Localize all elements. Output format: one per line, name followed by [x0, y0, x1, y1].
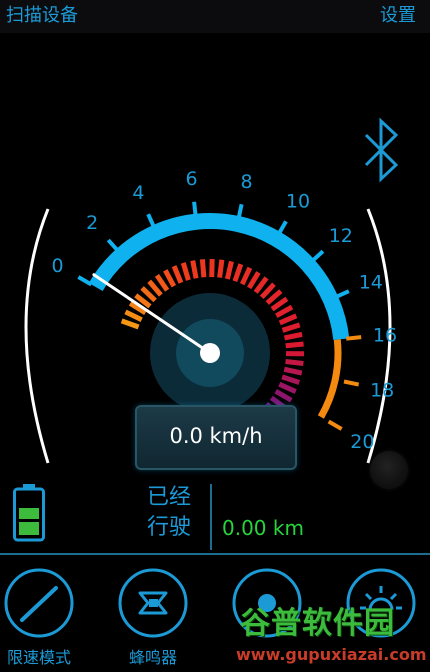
color-segment	[285, 358, 304, 366]
color-segment	[281, 322, 301, 333]
speed-arc-orange	[317, 339, 342, 419]
speed-readout: 0.0 km/h	[135, 405, 297, 470]
bluetooth-icon[interactable]	[364, 117, 399, 183]
color-segment	[140, 286, 157, 303]
tick-label: 20	[350, 431, 374, 453]
horn-label: 蜂鸣器	[128, 648, 177, 667]
color-segment	[154, 273, 170, 292]
color-segment	[120, 318, 140, 330]
tick-label: 2	[86, 212, 98, 234]
divider-horizontal	[0, 553, 430, 555]
tick-label: 12	[329, 225, 353, 247]
tick-label: 10	[286, 191, 310, 213]
color-segment	[247, 271, 261, 290]
color-segment	[163, 269, 177, 288]
color-segment	[278, 313, 298, 326]
speed-limit-label: 限速模式	[6, 648, 71, 667]
color-segment	[253, 276, 269, 294]
color-segment	[124, 309, 143, 322]
major-tick	[327, 419, 343, 431]
left-bracket	[24, 208, 50, 464]
tick-label: 16	[373, 325, 397, 347]
traveled-label-line1: 已经	[147, 485, 192, 510]
tick-label: 6	[186, 168, 198, 190]
color-segment	[283, 331, 303, 341]
color-segment	[147, 279, 163, 297]
horn-button[interactable]: 蜂鸣器	[108, 560, 198, 672]
top-bar: 扫描设备 设置	[0, 0, 430, 33]
color-segment	[224, 260, 234, 280]
horn-icon	[118, 568, 188, 638]
watermark-url: www.gupuxiazai.com	[236, 645, 427, 664]
speed-limit-button[interactable]: 限速模式	[0, 560, 84, 672]
color-segment	[274, 389, 293, 403]
color-segment	[285, 341, 304, 349]
major-tick	[343, 379, 360, 387]
major-tick	[276, 220, 288, 236]
color-segment	[265, 289, 283, 305]
color-segment	[199, 259, 207, 278]
major-tick	[106, 238, 120, 253]
scan-devices-button[interactable]: 扫描设备	[6, 5, 78, 27]
color-segment	[180, 262, 191, 281]
knob-icon	[370, 451, 408, 489]
speed-limit-icon	[4, 568, 74, 638]
battery-icon	[13, 484, 45, 542]
color-segment	[283, 366, 303, 376]
major-tick	[192, 201, 198, 217]
color-segment	[270, 296, 289, 312]
major-tick	[310, 249, 325, 263]
color-segment	[217, 259, 225, 278]
color-segment	[190, 260, 199, 279]
color-segment	[239, 266, 253, 286]
tick-label: 0	[52, 255, 64, 277]
traveled-label-line2: 行驶	[147, 515, 192, 540]
tick-label: 4	[132, 182, 144, 204]
needle-pivot	[200, 343, 220, 363]
distance-value: 0.00 km	[222, 516, 304, 540]
major-tick	[346, 335, 362, 341]
settings-button[interactable]: 设置	[380, 5, 416, 27]
color-segment	[259, 282, 276, 300]
color-segment	[278, 381, 297, 394]
major-tick	[334, 289, 350, 300]
speed-readout-value: 0.0 km/h	[169, 424, 263, 448]
watermark-title: 谷普软件园	[240, 606, 395, 641]
tick-label: 8	[241, 171, 253, 193]
major-tick	[77, 275, 93, 287]
tick-label: 14	[359, 271, 383, 293]
watermark: 谷普软件园 www.gupuxiazai.com	[232, 606, 428, 668]
major-tick	[146, 213, 157, 229]
color-segment	[171, 265, 184, 284]
tick-label: 18	[370, 380, 394, 402]
color-segment	[232, 263, 244, 283]
color-segment	[275, 304, 294, 319]
color-segment	[281, 374, 301, 385]
divider-vertical	[210, 484, 212, 550]
